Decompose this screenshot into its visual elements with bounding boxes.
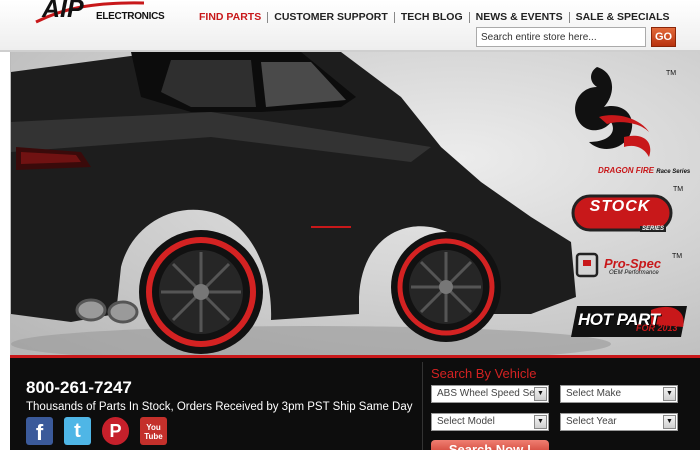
chevron-down-icon: ▼	[534, 387, 547, 401]
twitter-glyph: t	[74, 420, 81, 442]
model-select-value: Select Model	[437, 416, 495, 427]
band-divider	[422, 362, 423, 450]
prospec-tm: TM	[672, 253, 683, 260]
logo-sub-text: ELECTRONICS	[96, 11, 165, 22]
nav-tech-blog[interactable]: TECH BLOG	[395, 11, 469, 23]
phone-number[interactable]: 800-261-7247	[26, 378, 132, 398]
prospec-brand[interactable]: Pro-Spec	[604, 256, 661, 271]
nav-customer-support[interactable]: CUSTOMER SUPPORT	[268, 11, 394, 23]
logo-main-text: AIP	[42, 0, 84, 23]
search-go-button[interactable]: GO	[651, 27, 676, 47]
category-select[interactable]: ABS Wheel Speed Ser ▼	[431, 385, 549, 403]
dragon-fire-name: DRAGON FIRE	[598, 166, 654, 175]
category-select-value: ABS Wheel Speed Ser	[437, 388, 539, 399]
aip-electronics-logo[interactable]: AIP ELECTRONICS	[34, 0, 165, 26]
stock-series-label: SERIES	[640, 226, 667, 232]
shipping-tagline: Thousands of Parts In Stock, Orders Rece…	[26, 401, 413, 413]
dragon-fire-brand[interactable]: DRAGON FIRE Race Series	[598, 166, 690, 175]
prospec-sub-label: OEM Performance	[609, 270, 659, 276]
main-nav: FIND PARTS CUSTOMER SUPPORT TECH BLOG NE…	[193, 11, 676, 23]
nav-sale-specials[interactable]: SALE & SPECIALS	[570, 11, 676, 23]
make-select-value: Select Make	[566, 388, 622, 399]
youtube-glyph: You Tube	[144, 423, 163, 441]
chevron-down-icon: ▼	[663, 387, 676, 401]
youtube-icon[interactable]: You Tube	[140, 417, 167, 445]
hot-part-for: FOR	[636, 323, 655, 333]
site-header: AIP ELECTRONICS FIND PARTS CUSTOMER SUPP…	[0, 0, 700, 52]
chevron-down-icon: ▼	[663, 415, 676, 429]
twitter-icon[interactable]: t	[64, 417, 91, 445]
stock-tm: TM	[673, 186, 684, 193]
make-select[interactable]: Select Make ▼	[560, 385, 678, 403]
chevron-down-icon: ▼	[534, 415, 547, 429]
store-search-input[interactable]	[476, 27, 646, 47]
facebook-icon[interactable]: f	[26, 417, 53, 445]
dragon-fire-tm: TM	[666, 70, 677, 77]
model-select[interactable]: Select Model ▼	[431, 413, 549, 431]
nav-news-events[interactable]: NEWS & EVENTS	[470, 11, 569, 23]
year-select-value: Select Year	[566, 416, 617, 427]
year-select[interactable]: Select Year ▼	[560, 413, 678, 431]
search-now-button[interactable]: Search Now !	[431, 440, 549, 450]
nav-find-parts[interactable]: FIND PARTS	[193, 11, 267, 23]
pinterest-glyph: P	[109, 421, 122, 441]
facebook-glyph: f	[35, 420, 44, 445]
stock-brand[interactable]: STOCK	[580, 198, 660, 216]
dragon-fire-sub: Race Series	[656, 169, 691, 175]
hot-part-year: FOR 2013	[636, 323, 678, 333]
search-by-vehicle-title: Search By Vehicle	[431, 366, 537, 381]
hot-part-year-value: 2013	[657, 323, 678, 333]
pinterest-icon[interactable]: P	[102, 417, 129, 445]
